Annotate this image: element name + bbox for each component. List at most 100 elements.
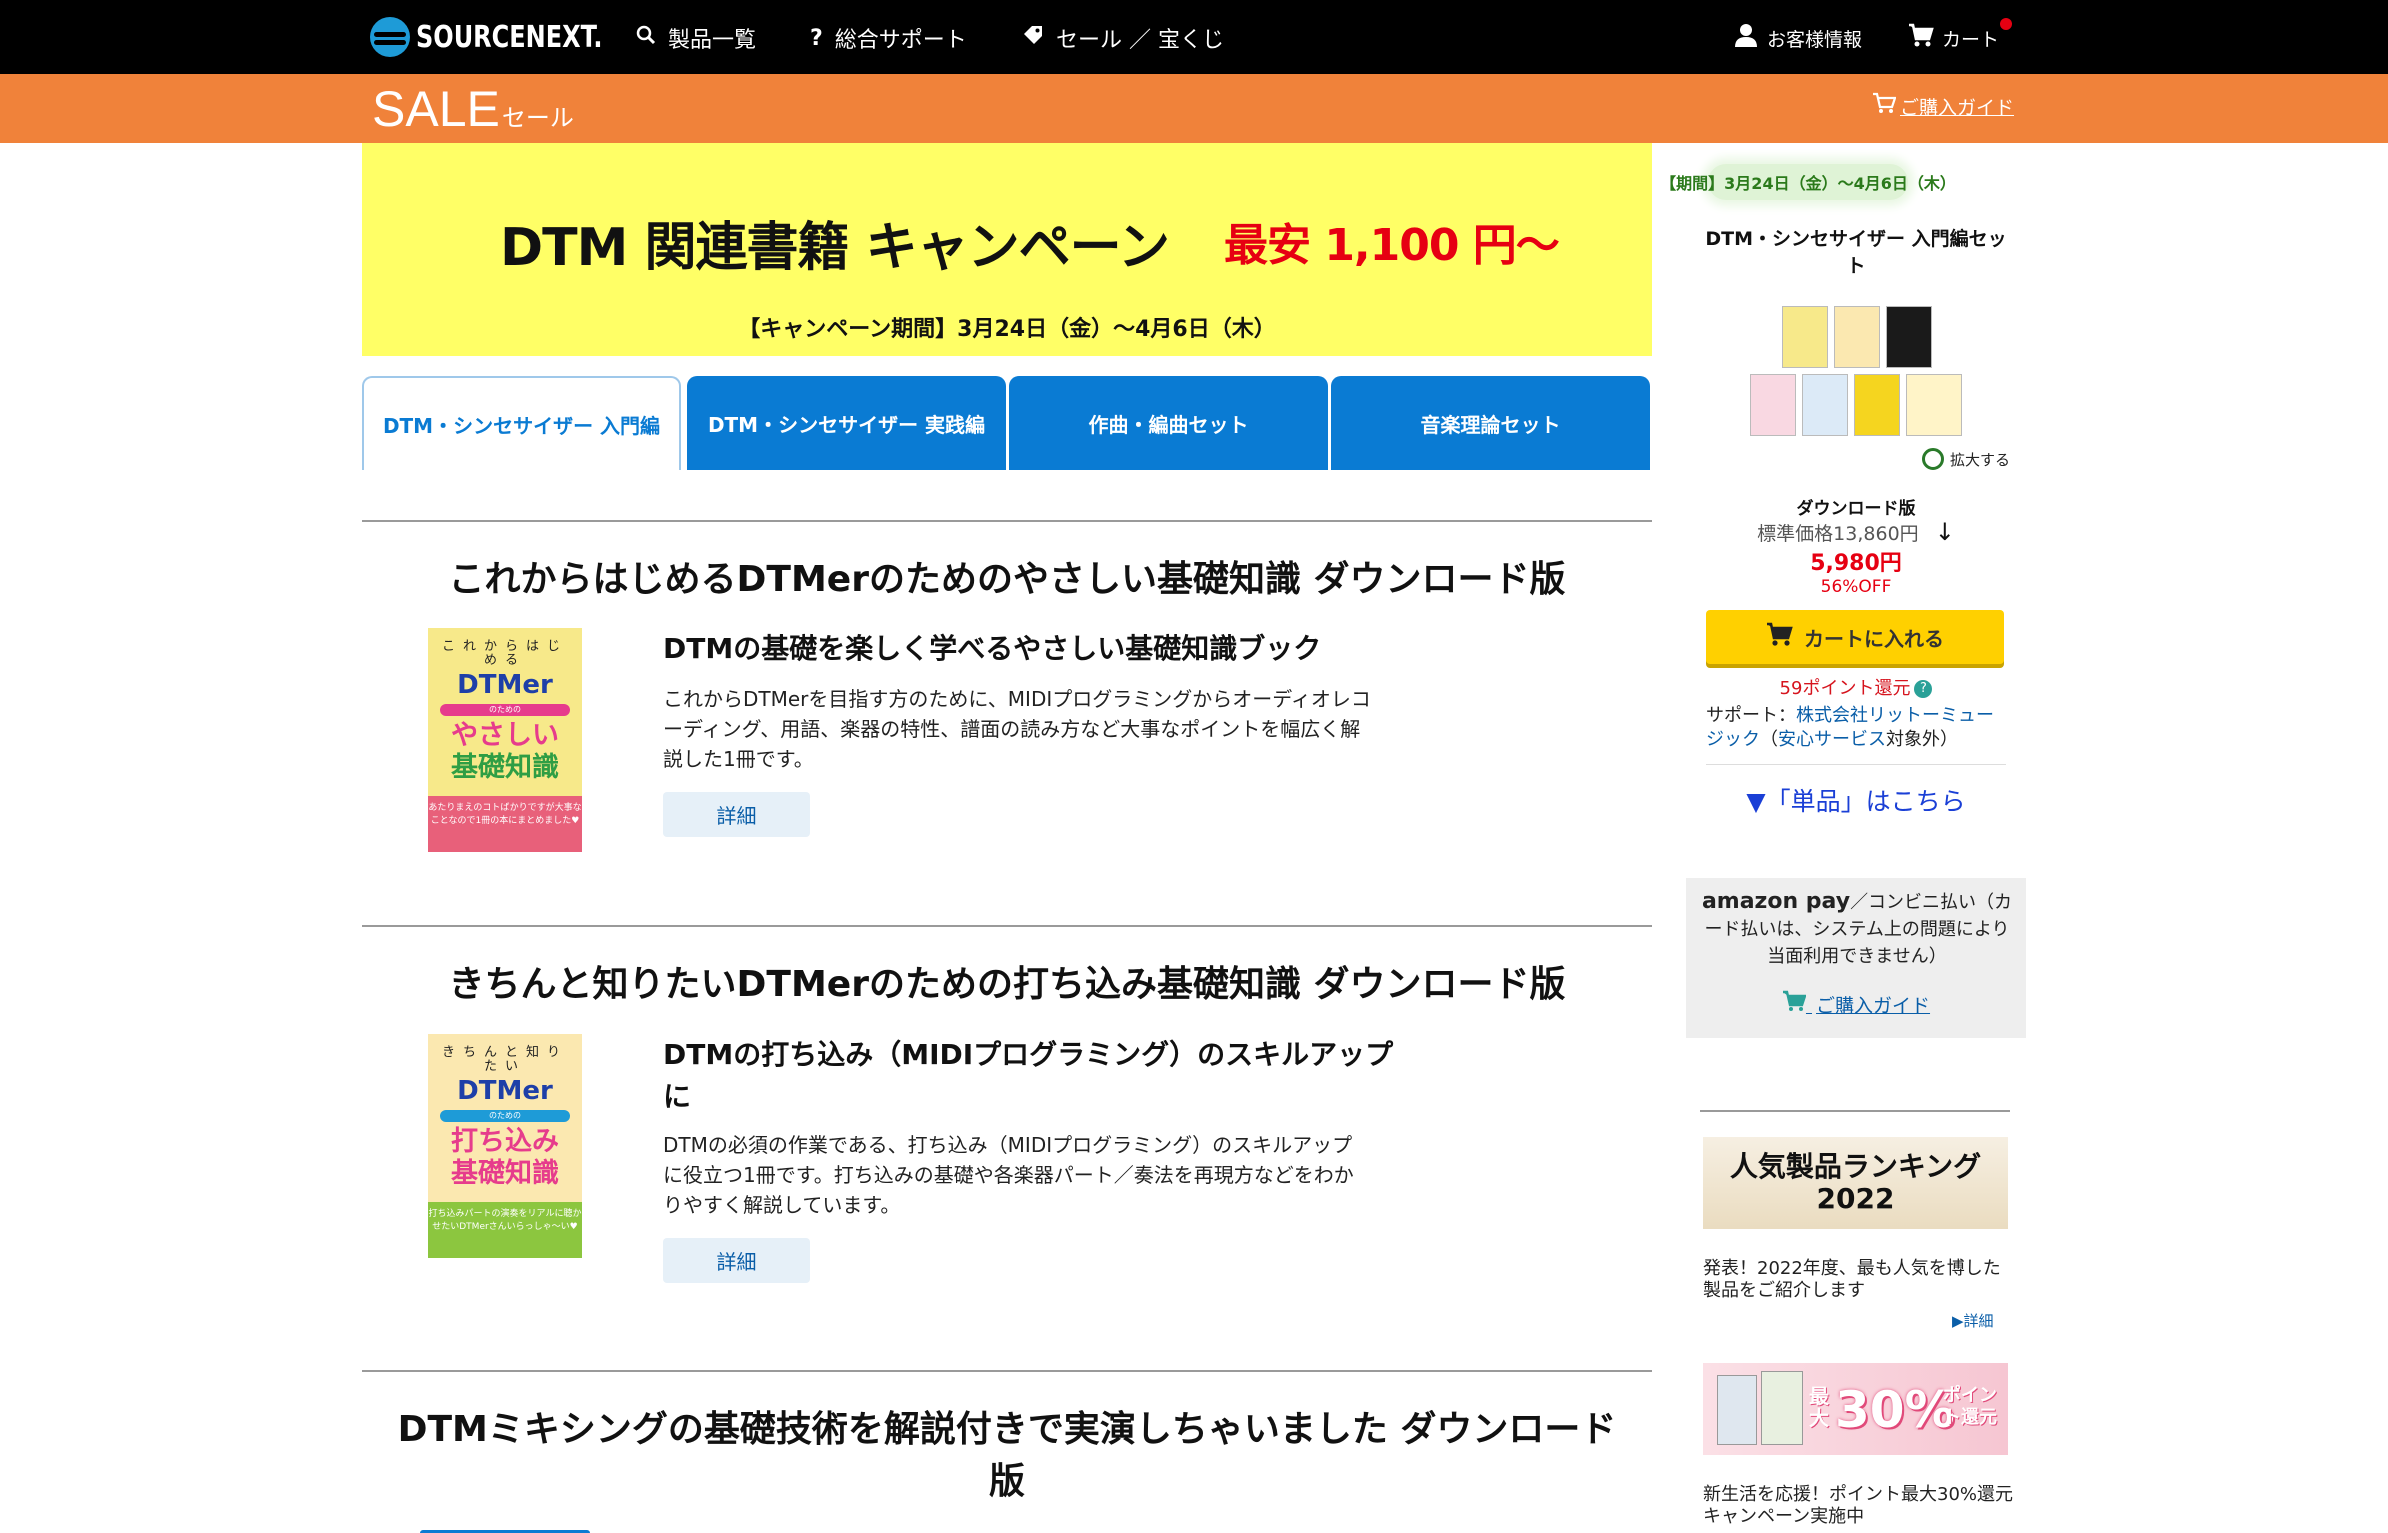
ranking-detail-link[interactable]: ▶詳細 bbox=[1952, 1310, 1994, 1331]
promo-description: 新生活を応援！ポイント最大30%還元キャンペーン実施中 bbox=[1703, 1484, 2014, 1527]
cart-question-icon bbox=[1872, 92, 1897, 120]
sidebar-divider bbox=[1706, 764, 2006, 765]
cart-icon bbox=[1908, 22, 1934, 54]
product-cover-image[interactable]: きちんと知りたい DTMer のための 打ち込み 基礎知識 打ち込みパートの演奏… bbox=[428, 1034, 582, 1258]
cart-icon bbox=[1766, 621, 1794, 654]
title-line: DTMミキシングの基礎技術を解説付きで実演しちゃいました ダウンロード bbox=[397, 1409, 1617, 1450]
tag-icon bbox=[1022, 24, 1044, 52]
promo-big: 30% bbox=[1835, 1381, 1955, 1439]
product-subtitle: DTMの基礎を楽しく学べるやさしい基礎知識ブック bbox=[663, 632, 1322, 665]
zoom-label: 拡大する bbox=[1950, 450, 2011, 469]
product-subtitle: DTMの打ち込み（MIDIプログラミング）のスキルアップ に bbox=[663, 1034, 1393, 1118]
mini-cover bbox=[1782, 306, 1828, 368]
cover-main-line2: 基礎知識 bbox=[451, 752, 559, 783]
search-icon bbox=[636, 25, 656, 51]
mini-cover bbox=[1802, 374, 1848, 436]
nav-sale[interactable]: セール ／ 宝くじ bbox=[1022, 22, 1224, 54]
support-prefix: サポート： bbox=[1706, 705, 1796, 726]
nav-account-label: お客様情報 bbox=[1767, 28, 1863, 51]
title-line: 版 bbox=[988, 1461, 1025, 1502]
purchase-guide-label: ご購入ガイド bbox=[1816, 995, 1931, 1017]
cover-main-line2: 基礎知識 bbox=[451, 1158, 559, 1189]
mini-cover bbox=[1886, 306, 1932, 368]
cover-band: のための bbox=[440, 1110, 570, 1122]
support-service-link[interactable]: 安心サービス bbox=[1778, 729, 1886, 750]
campaign-period-badge: 【期間】3月24日（金）〜4月6日（木） bbox=[1660, 164, 1956, 200]
points-text: 59ポイント還元 bbox=[1779, 678, 1911, 699]
edition-label: ダウンロード版 bbox=[1796, 499, 1916, 519]
zoom-link[interactable]: 拡大する bbox=[1922, 448, 2010, 470]
question-icon: ? bbox=[810, 25, 823, 51]
ranking-banner[interactable]: 人気製品ランキング 2022 bbox=[1703, 1137, 2008, 1229]
mini-cover bbox=[1854, 374, 1900, 436]
section-divider bbox=[362, 1370, 1652, 1372]
sale-title-main: SALE bbox=[372, 81, 500, 137]
price-down-arrow: ↓ bbox=[1934, 518, 1955, 546]
mini-cover bbox=[1834, 306, 1880, 368]
promo-banner[interactable]: 最大 30% ポイント還元 bbox=[1703, 1363, 2008, 1455]
tab-dtm-practice[interactable]: DTM・シンセサイザー 実践編 bbox=[687, 376, 1006, 470]
purchase-guide-link[interactable]: ご購入ガイド bbox=[1872, 92, 2014, 120]
cover-kana: きちんと知りたい bbox=[441, 1045, 568, 1074]
banner-title: DTM 関連書籍 キャンペーン bbox=[500, 218, 1170, 278]
sourcenext-logo[interactable]: SOURCENEXT. bbox=[370, 16, 649, 58]
cover-bottom-text: 打ち込みパートの演奏をリアルに聴かせたいDTMerさんいらっしゃ～い♥ bbox=[428, 1202, 582, 1258]
cover-band: のための bbox=[440, 704, 570, 716]
nav-cart-label: カート bbox=[1942, 28, 2000, 51]
section-divider bbox=[362, 925, 1652, 927]
nav-account[interactable]: お客様情報 bbox=[1733, 22, 1862, 54]
banner-price: 最安 1,100 円〜 bbox=[1224, 220, 1560, 271]
nav-products[interactable]: 製品一覧 bbox=[636, 22, 756, 54]
purchase-guide-link[interactable]: ご購入ガイド bbox=[1686, 990, 2026, 1018]
magnifier-icon bbox=[1922, 448, 1944, 470]
sale-title[interactable]: SALEセール bbox=[372, 80, 574, 138]
ranking-detail-label: 詳細 bbox=[1963, 1312, 1994, 1330]
set-name: DTM・シンセサイザー 入門編セット bbox=[1705, 228, 2007, 277]
detail-button[interactable]: 詳細 bbox=[663, 1238, 810, 1283]
description-line: DTMの必須の作業である、打ち込み（MIDIプログラミング）のスキルアップ bbox=[663, 1133, 1353, 1157]
subtitle-line: に bbox=[663, 1080, 692, 1113]
promo-pre: 最大 bbox=[1809, 1384, 1829, 1430]
mini-cover bbox=[1906, 374, 1962, 436]
tab-composition-set[interactable]: 作曲・編曲セット bbox=[1009, 376, 1328, 470]
product-cover-image[interactable]: これからはじめる DTMer のための やさしい 基礎知識 あたりまえのコトばか… bbox=[428, 628, 582, 852]
single-items-link[interactable]: ▼「単品」はこちら bbox=[1700, 782, 2012, 818]
tab-dtm-intro[interactable]: DTM・シンセサイザー 入門編 bbox=[362, 376, 681, 470]
top-navigation: SOURCENEXT. 製品一覧 ? 総合サポート セール ／ 宝くじ お客様情… bbox=[0, 0, 2388, 74]
cover-kana: これからはじめる bbox=[441, 639, 568, 668]
amazon-pay-logo: amazon pay bbox=[1701, 889, 1851, 914]
description-line: ーディング、用語、楽器の特性、譜面の読み方など大事なポイントを幅広く解 bbox=[663, 717, 1361, 741]
add-to-cart-button[interactable]: カートに入れる bbox=[1706, 610, 2004, 664]
description-line: りやすく解説しています。 bbox=[663, 1193, 901, 1217]
nav-products-label: 製品一覧 bbox=[668, 28, 757, 53]
cover-bottom-text: あたりまえのコトばかりですが大事なことなので1冊の本にまとめました♥ bbox=[428, 796, 582, 852]
help-icon[interactable]: ? bbox=[1914, 680, 1933, 698]
nav-cart[interactable]: カート bbox=[1908, 22, 1999, 54]
product-description: DTMの必須の作業である、打ち込み（MIDIプログラミング）のスキルアップ に役… bbox=[663, 1130, 1354, 1220]
cart-notification-dot bbox=[2000, 18, 2012, 30]
support-suffix: 対象外 bbox=[1886, 729, 1940, 750]
product-title: これからはじめるDTMerのためのやさしい基礎知識 ダウンロード版 bbox=[448, 559, 1566, 600]
sidebar-divider bbox=[1700, 1110, 2010, 1112]
cover-main-line1: 打ち込み bbox=[451, 1126, 559, 1157]
product-box-image bbox=[1761, 1371, 1803, 1445]
logo-text: SOURCENEXT. bbox=[416, 19, 603, 55]
detail-button[interactable]: 詳細 bbox=[663, 792, 810, 837]
product-description: これからDTMerを目指す方のために、MIDIプログラミングからオーディオレコ … bbox=[663, 684, 1371, 774]
description-line: これからDTMerを目指す方のために、MIDIプログラミングからオーディオレコ bbox=[663, 687, 1371, 711]
product-title: きちんと知りたいDTMerのための打ち込み基礎知識 ダウンロード版 bbox=[448, 964, 1566, 1005]
tab-music-theory-set[interactable]: 音楽理論セット bbox=[1331, 376, 1650, 470]
description-line: 説した1冊です。 bbox=[663, 747, 814, 771]
ranking-banner-line2: 2022 bbox=[1816, 1182, 1895, 1215]
payment-notice-box: amazon pay／コンビニ払い（カード払いは、システム上の問題により当面利用… bbox=[1686, 878, 2026, 1038]
subtitle-line: DTMの打ち込み（MIDIプログラミング）のスキルアップ bbox=[663, 1038, 1394, 1071]
logo-mark-icon bbox=[370, 17, 410, 57]
cover-main-line1: やさしい bbox=[451, 720, 559, 751]
payment-notice: amazon pay／コンビニ払い（カード払いは、システム上の問題により当面利用… bbox=[1696, 888, 2018, 970]
promo-post: ポイント還元 bbox=[1943, 1385, 1997, 1428]
nav-support-label: 総合サポート bbox=[834, 28, 967, 53]
product-box-image bbox=[1717, 1375, 1757, 1445]
nav-support[interactable]: ? 総合サポート bbox=[810, 22, 967, 54]
list-price: 標準価格13,860円 ↓ bbox=[1700, 518, 2012, 546]
cart-question-icon bbox=[1782, 990, 1812, 1017]
